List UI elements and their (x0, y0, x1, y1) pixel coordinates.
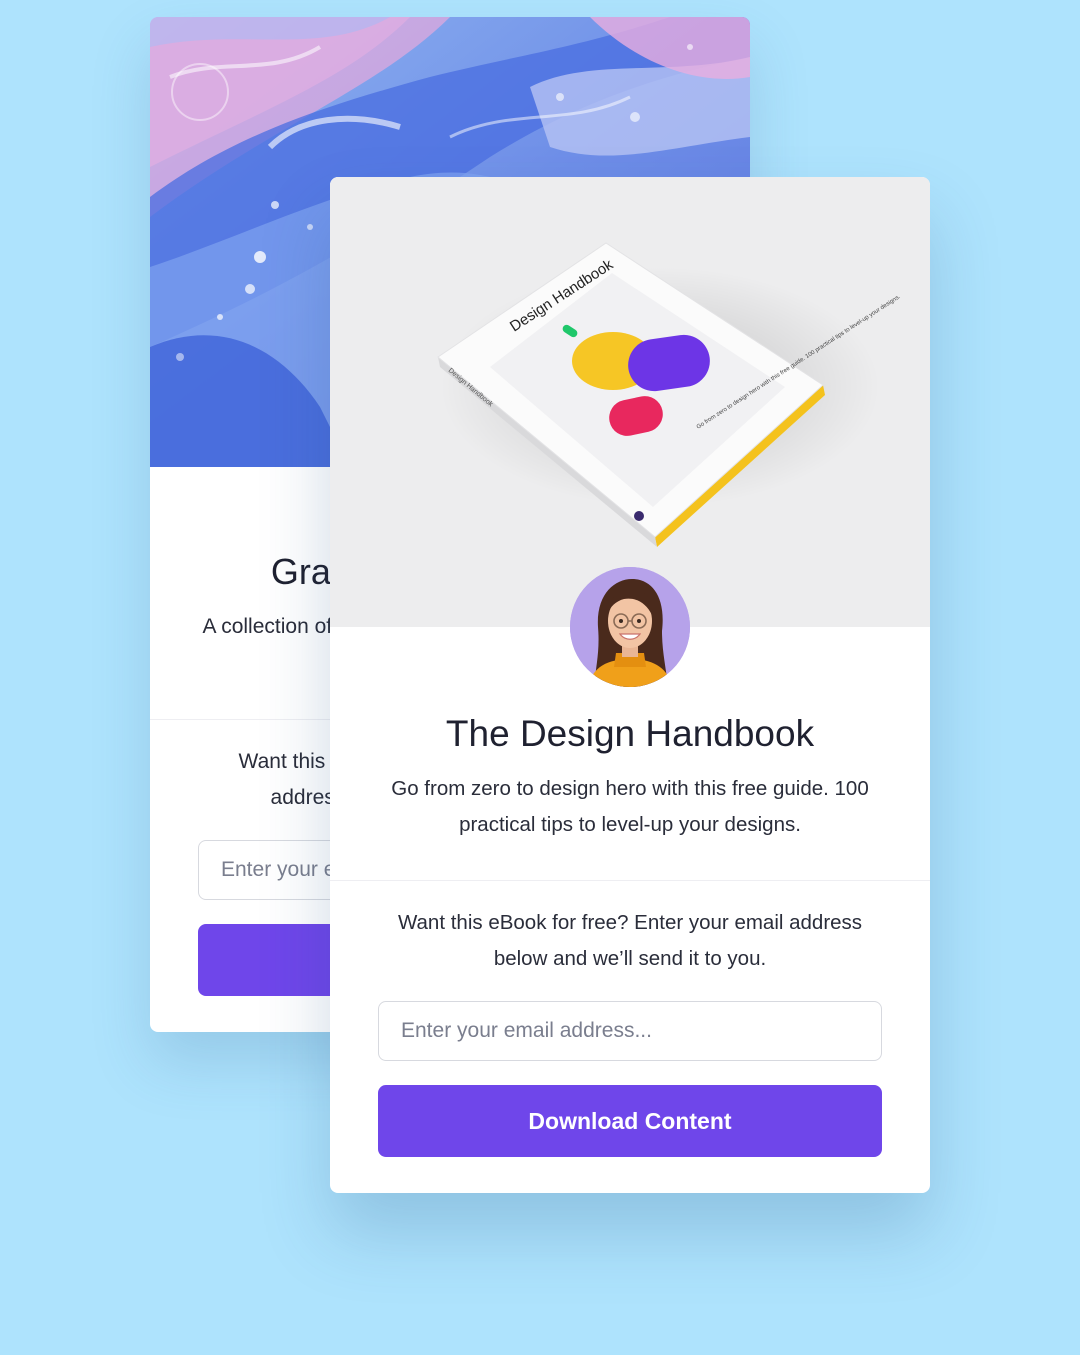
email-input[interactable] (378, 1001, 882, 1061)
publisher-logo-icon (634, 511, 644, 521)
author-avatar (570, 567, 690, 687)
front-card-cta-text: Want this eBook for free? Enter your ema… (397, 911, 863, 970)
front-card-description: Go from zero to design hero with this fr… (391, 777, 869, 836)
book-hero-image: Design Handbook Design Handbook Go from … (330, 177, 930, 627)
front-card: Design Handbook Design Handbook Go from … (330, 177, 930, 1193)
divider (330, 880, 930, 881)
download-content-button[interactable]: Download Content (378, 1085, 882, 1157)
front-card-title: The Design Handbook (445, 713, 815, 754)
